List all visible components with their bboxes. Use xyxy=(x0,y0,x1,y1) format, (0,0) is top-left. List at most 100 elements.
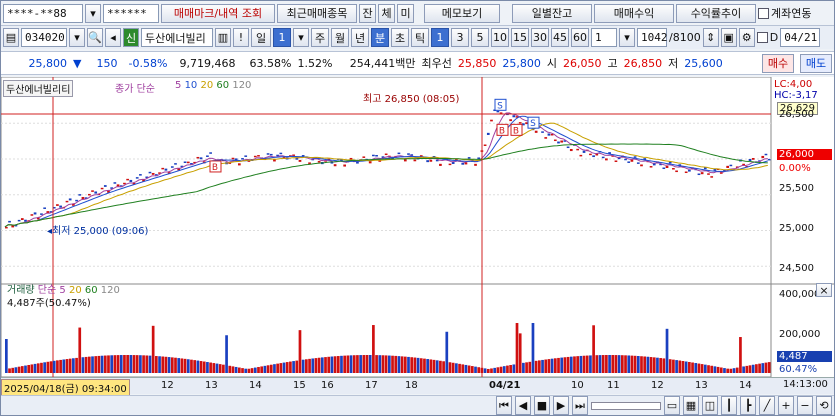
balance-button[interactable]: 잔 xyxy=(359,3,376,23)
unit-minute[interactable]: 분 xyxy=(371,28,389,47)
candle-icon[interactable]: ┃ xyxy=(721,396,737,415)
period-count[interactable]: 1 xyxy=(273,28,291,47)
minute-30[interactable]: 30 xyxy=(531,28,549,47)
prev-icon[interactable]: ◀ xyxy=(515,396,531,415)
low-note: ◂최저 25,000 (09:06) xyxy=(45,222,150,237)
trade-profit-button[interactable]: 매매수익 xyxy=(594,3,674,23)
date-checkbox[interactable]: D xyxy=(756,31,778,44)
candle xyxy=(490,119,493,122)
candle xyxy=(174,163,177,165)
settings-icon[interactable]: ⚙ xyxy=(738,28,755,47)
volume-bar xyxy=(305,359,308,373)
speed-slider[interactable] xyxy=(591,401,661,410)
candle xyxy=(605,158,608,161)
volume-bar xyxy=(435,360,439,373)
unit-tick[interactable]: 틱 xyxy=(411,28,429,47)
account-field[interactable]: ****-**88 xyxy=(3,3,83,23)
account-dropdown[interactable]: ▾ xyxy=(85,3,101,23)
chart-type-icon[interactable]: ▥ xyxy=(215,28,231,47)
signal-badge: 신 xyxy=(123,28,139,47)
zoom-out-icon[interactable]: − xyxy=(797,396,813,415)
volume-bar xyxy=(403,356,407,373)
panel-close-icon[interactable]: × xyxy=(816,283,832,297)
candle xyxy=(486,132,490,135)
x-tick: 12 xyxy=(161,380,174,391)
volume-bar xyxy=(723,368,726,373)
x-tick: 11 xyxy=(607,380,620,391)
search-icon[interactable]: 🔍 xyxy=(87,28,103,47)
minute-10[interactable]: 10 xyxy=(491,28,509,47)
minute-3[interactable]: 3 xyxy=(451,28,469,47)
recent-trades-button[interactable]: 최근매매종목 xyxy=(277,3,357,23)
volume-bar xyxy=(212,363,216,373)
volume-bar xyxy=(620,355,624,373)
volume-bar xyxy=(266,365,270,373)
candle xyxy=(241,158,244,160)
buy-button[interactable]: 매수 xyxy=(762,53,794,73)
unit-second[interactable]: 초 xyxy=(391,28,409,47)
stock-code-field[interactable]: 034020 xyxy=(21,28,67,47)
split-icon[interactable]: ◫ xyxy=(702,396,718,415)
line-icon[interactable]: ╱ xyxy=(759,396,775,415)
save-icon[interactable]: ▣ xyxy=(720,28,737,47)
unit-month[interactable]: 월 xyxy=(331,28,349,47)
password-field[interactable]: ****** xyxy=(103,3,159,23)
bar-icon[interactable]: ┣ xyxy=(740,396,756,415)
volume-bar xyxy=(611,355,615,373)
first-icon[interactable]: ⏮ xyxy=(496,396,512,415)
volume-bar xyxy=(528,361,532,373)
minute-60[interactable]: 60 xyxy=(571,28,589,47)
minute-45[interactable]: 45 xyxy=(551,28,569,47)
alert-button[interactable]: ! xyxy=(233,28,249,47)
candle xyxy=(151,172,155,175)
volume-bar xyxy=(582,355,586,373)
candle xyxy=(726,165,730,168)
grid-icon[interactable]: ▦ xyxy=(683,396,699,415)
period-select[interactable]: 일 xyxy=(251,28,271,47)
trade-mark-button[interactable]: 매매마크/내역 조회 xyxy=(161,3,275,23)
date-checkbox-box[interactable] xyxy=(756,32,768,43)
stock-name-field[interactable]: 두산에너빌리 xyxy=(141,28,213,47)
prev-stock-button[interactable]: ◂ xyxy=(105,28,121,47)
zoom-icon[interactable]: ⇕ xyxy=(702,28,719,47)
volume-bar xyxy=(378,355,382,373)
candle xyxy=(636,162,640,164)
chart-area[interactable]: BSBBS 두산에너빌리티 종가 단순 5 10 20 60 120 최고 26… xyxy=(0,76,834,378)
minute-1[interactable]: 1 xyxy=(431,28,449,47)
unit-week[interactable]: 주 xyxy=(311,28,329,47)
filled-button[interactable]: 체 xyxy=(378,3,395,23)
minute-5[interactable]: 5 xyxy=(471,28,489,47)
candle xyxy=(170,166,174,168)
candle xyxy=(624,158,627,161)
count-field[interactable]: 1 xyxy=(591,28,617,47)
candle xyxy=(649,166,653,168)
layout-icon[interactable]: ▭ xyxy=(664,396,680,415)
return-trend-button[interactable]: 수익률추이 xyxy=(676,3,756,23)
volume-bar xyxy=(59,359,62,373)
last-icon[interactable]: ⏭ xyxy=(572,396,588,415)
code-dropdown[interactable]: ▾ xyxy=(69,28,85,47)
count-dropdown[interactable]: ▾ xyxy=(619,28,635,47)
volume-bar xyxy=(381,355,385,373)
zoom-in-icon[interactable]: + xyxy=(778,396,794,415)
menu-icon[interactable]: ▤ xyxy=(3,28,19,47)
candle xyxy=(439,163,442,166)
checkbox-box[interactable] xyxy=(758,7,769,19)
memo-button[interactable]: 메모보기 xyxy=(424,3,500,23)
stop-icon[interactable]: ■ xyxy=(534,396,550,415)
x-tick: 13 xyxy=(695,380,708,391)
period-dropdown[interactable]: ▾ xyxy=(293,28,309,47)
minute-15[interactable]: 15 xyxy=(511,28,529,47)
daily-balance-button[interactable]: 일별잔고 xyxy=(512,3,592,23)
volume-bar xyxy=(384,355,388,373)
date-field[interactable]: 04/21 xyxy=(780,28,821,47)
unit-year[interactable]: 년 xyxy=(351,28,369,47)
account-link-checkbox[interactable]: 계좌연동 xyxy=(758,5,811,21)
reset-icon[interactable]: ⟲ xyxy=(816,396,832,415)
unfilled-button[interactable]: 미 xyxy=(397,3,414,23)
volume-bar xyxy=(432,359,436,373)
play-icon[interactable]: ▶ xyxy=(553,396,569,415)
sell-button[interactable]: 매도 xyxy=(800,53,832,73)
range-field[interactable]: 1042 xyxy=(637,28,668,47)
volume-bar xyxy=(164,356,168,373)
